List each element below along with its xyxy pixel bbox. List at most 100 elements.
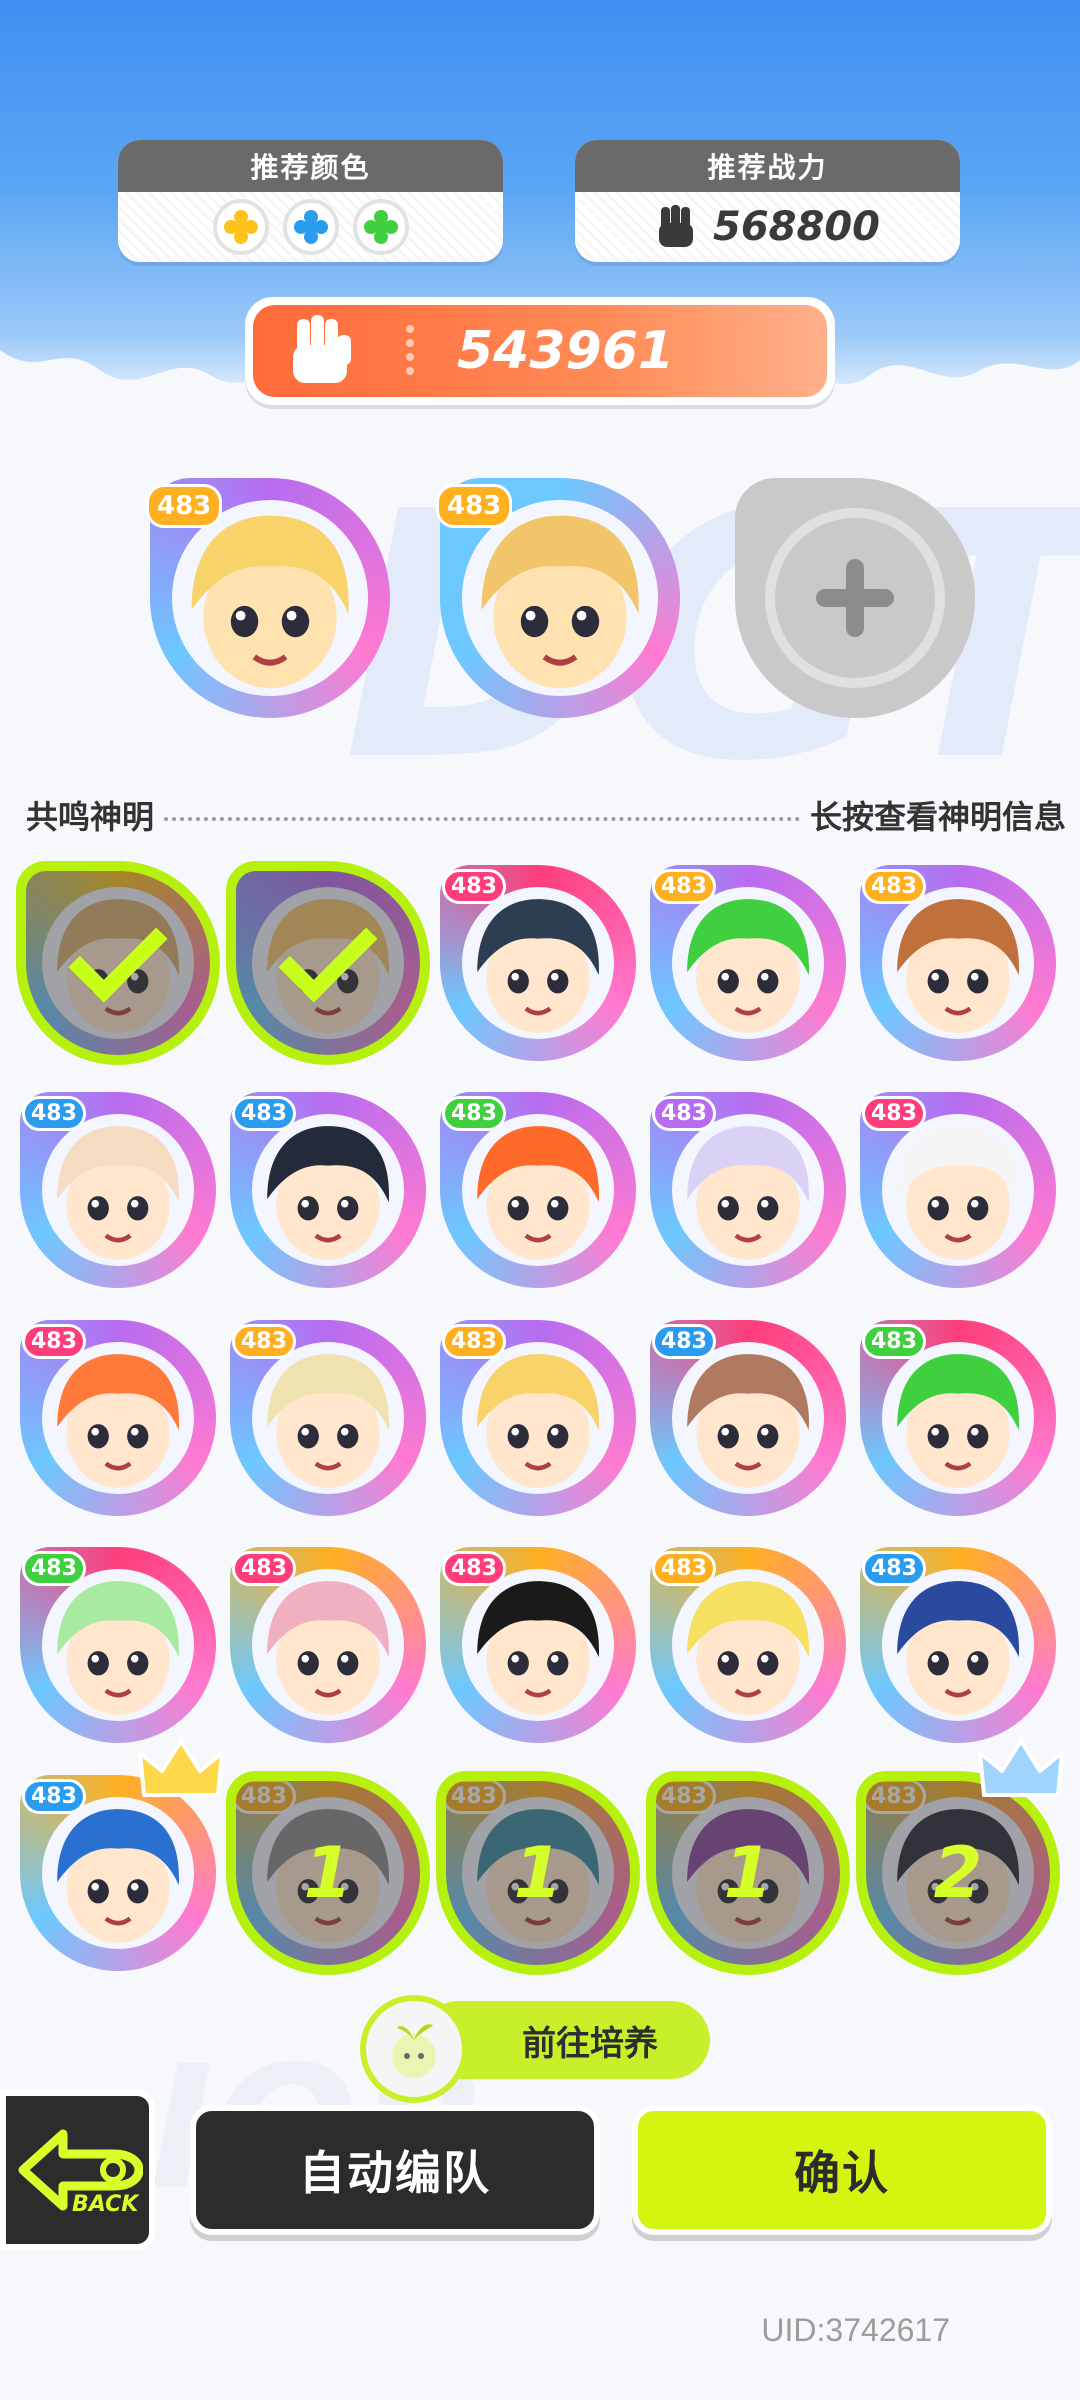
character-portrait [252, 1342, 404, 1494]
roster-card-1[interactable] [16, 861, 220, 1065]
selection-order-number: 1 [513, 1832, 563, 1914]
level-badge: 483 [232, 1096, 296, 1131]
character-portrait [462, 1569, 614, 1721]
recommend-power-body: 568800 [575, 192, 960, 262]
team-power-bar: 543961 [245, 297, 835, 405]
character-portrait [462, 1114, 614, 1266]
level-badge: 483 [22, 1551, 86, 1586]
level-badge: 483 [146, 484, 223, 528]
level-badge: 483 [442, 1551, 506, 1586]
level-badge: 483 [862, 1096, 926, 1131]
roster-card-4[interactable]: 483 [650, 865, 846, 1061]
auto-formation-button[interactable]: 自动编队 [190, 2105, 600, 2235]
roster-card-14[interactable]: 483 [650, 1320, 846, 1516]
recommend-color-panel: 推荐颜色 [118, 140, 503, 262]
roster-card-2[interactable] [226, 861, 430, 1065]
team-slot-1[interactable]: 483 [146, 478, 390, 718]
character-portrait [672, 1114, 824, 1266]
roster-card-8[interactable]: 483 [440, 1092, 636, 1288]
level-badge: 483 [652, 1096, 716, 1131]
roster-card-11[interactable]: 483 [20, 1320, 216, 1516]
roster-card-6[interactable]: 483 [20, 1092, 216, 1288]
roster-card-17[interactable]: 483 [230, 1547, 426, 1743]
character-portrait [252, 1114, 404, 1266]
character-portrait [172, 500, 368, 696]
go-train-button[interactable]: 前往培养 [360, 1995, 710, 2103]
roster-card-23[interactable]: 483 1 [436, 1771, 640, 1975]
roster-card-13[interactable]: 483 [440, 1320, 636, 1516]
level-badge: 483 [436, 484, 513, 528]
character-portrait [882, 1114, 1034, 1266]
roster-card-10[interactable]: 483 [860, 1092, 1056, 1288]
plus-icon [816, 559, 894, 637]
checkmark-icon [278, 903, 378, 1003]
character-portrait [462, 500, 658, 696]
crown-icon [138, 1739, 224, 1797]
roster-hint: 长按查看神明信息 [809, 798, 1066, 836]
roster-card-19[interactable]: 483 [650, 1547, 846, 1743]
level-badge: 483 [22, 1324, 86, 1359]
character-portrait [462, 887, 614, 1039]
selection-order-number: 1 [303, 1832, 353, 1914]
roster-card-16[interactable]: 483 [20, 1547, 216, 1743]
level-badge: 483 [862, 1551, 926, 1586]
level-badge: 483 [862, 1324, 926, 1359]
selected-overlay: 1 [646, 1771, 850, 1975]
roster-card-24[interactable]: 483 1 [646, 1771, 850, 1975]
sprout-icon [360, 1995, 468, 2103]
checkmark-icon [68, 903, 168, 1003]
roster-section-header: 共鸣神明 长按查看神明信息 [26, 790, 1066, 840]
recommend-power-title: 推荐战力 [575, 140, 960, 192]
level-badge: 483 [442, 1096, 506, 1131]
character-portrait [42, 1569, 194, 1721]
roster-card-22[interactable]: 483 1 [226, 1771, 430, 1975]
roster-card-9[interactable]: 483 [650, 1092, 846, 1288]
roster-card-21[interactable]: 483 [20, 1739, 224, 1971]
crown-icon [978, 1739, 1064, 1797]
add-slot-ring [765, 508, 945, 688]
selected-overlay [16, 861, 220, 1065]
level-badge: 483 [652, 1551, 716, 1586]
roster-card-15[interactable]: 483 [860, 1320, 1056, 1516]
roster-card-18[interactable]: 483 [440, 1547, 636, 1743]
level-badge: 483 [652, 869, 716, 904]
selected-overlay: 1 [436, 1771, 640, 1975]
selected-overlay: 1 [226, 1771, 430, 1975]
recommend-power-value: 568800 [713, 204, 880, 250]
character-portrait [42, 1797, 194, 1949]
level-badge: 483 [442, 869, 506, 904]
roster-card-7[interactable]: 483 [230, 1092, 426, 1288]
team-slot-2[interactable]: 483 [436, 478, 680, 718]
character-portrait [672, 1569, 824, 1721]
level-badge: 483 [232, 1324, 296, 1359]
selection-order-number: 1 [723, 1832, 773, 1914]
character-portrait [462, 1342, 614, 1494]
character-portrait [252, 1569, 404, 1721]
divider-dots [406, 325, 414, 375]
character-portrait [42, 1114, 194, 1266]
add-member-slot[interactable] [735, 478, 975, 718]
character-portrait [672, 887, 824, 1039]
selected-overlay [226, 861, 430, 1065]
character-portrait [672, 1342, 824, 1494]
roster-card-20[interactable]: 483 [860, 1547, 1056, 1743]
roster-card-12[interactable]: 483 [230, 1320, 426, 1516]
roster-card-3[interactable]: 483 [440, 865, 636, 1061]
confirm-button[interactable]: 确认 [632, 2105, 1052, 2235]
back-label: BACK [72, 2192, 139, 2217]
level-badge: 483 [232, 1551, 296, 1586]
level-badge: 483 [22, 1096, 86, 1131]
back-button[interactable]: BACK [0, 2090, 155, 2250]
color-blue-icon [282, 199, 339, 255]
character-portrait [882, 887, 1034, 1039]
character-portrait [42, 1342, 194, 1494]
user-id: UID:3742617 [761, 2312, 950, 2348]
recommend-color-title: 推荐颜色 [118, 140, 503, 192]
fist-icon [293, 315, 351, 383]
team-power-value: 543961 [457, 321, 675, 381]
level-badge: 483 [22, 1779, 86, 1814]
roster-card-25[interactable]: 483 2 [856, 1739, 1064, 1975]
roster-card-5[interactable]: 483 [860, 865, 1056, 1061]
level-badge: 483 [442, 1324, 506, 1359]
level-badge: 483 [652, 1324, 716, 1359]
